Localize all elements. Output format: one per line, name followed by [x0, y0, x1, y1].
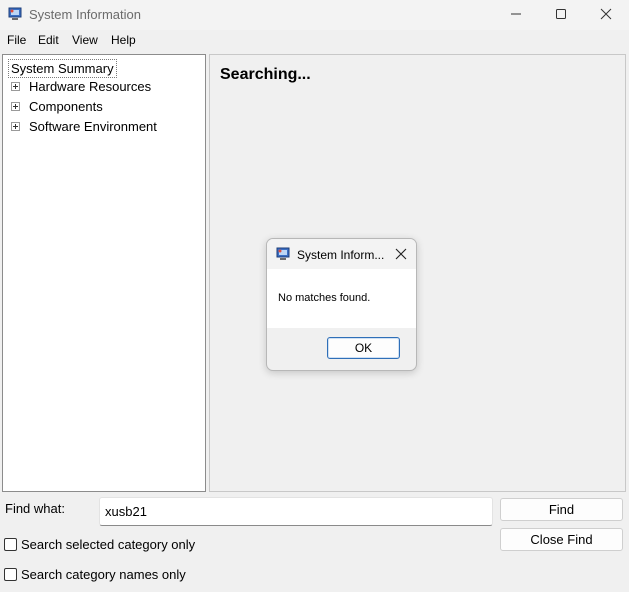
tree-item-system-summary[interactable]: System Summary: [8, 59, 117, 78]
menu-help[interactable]: Help: [111, 33, 136, 47]
dialog-close-button[interactable]: [393, 246, 409, 262]
category-tree[interactable]: System Summary Hardware Resources Compon…: [2, 54, 206, 492]
maximize-button[interactable]: [538, 0, 584, 30]
plus-expander-icon[interactable]: [11, 82, 20, 91]
menu-file[interactable]: File: [7, 33, 26, 47]
minimize-icon: [510, 8, 522, 23]
window-title: System Information: [29, 7, 141, 22]
plus-expander-icon[interactable]: [11, 102, 20, 111]
plus-expander-icon[interactable]: [11, 122, 20, 131]
dialog-title-bar: System Inform...: [267, 239, 416, 269]
tree-item-label: Components: [29, 99, 103, 114]
ok-button[interactable]: OK: [327, 337, 400, 359]
search-selected-category-checkbox[interactable]: [4, 537, 17, 551]
search-category-names-option[interactable]: Search category names only: [4, 565, 186, 583]
find-button[interactable]: Find: [500, 498, 623, 521]
dialog-body: No matches found.: [267, 269, 416, 328]
search-selected-category-option[interactable]: Search selected category only: [4, 535, 195, 553]
maximize-icon: [555, 8, 567, 23]
tree-item-label: Software Environment: [29, 119, 157, 134]
close-button[interactable]: [583, 0, 629, 30]
find-what-input[interactable]: [99, 497, 493, 526]
search-category-names-label[interactable]: Search category names only: [21, 567, 186, 582]
menu-view[interactable]: View: [72, 33, 98, 47]
menu-edit[interactable]: Edit: [38, 33, 59, 47]
tree-item-label: Hardware Resources: [29, 79, 152, 94]
message-dialog: System Inform... No matches found. OK: [266, 238, 417, 371]
dialog-message: No matches found.: [278, 292, 371, 304]
title-bar: System Information: [0, 0, 629, 30]
system-information-icon: [276, 247, 290, 261]
search-category-names-checkbox[interactable]: [4, 567, 17, 581]
menu-bar: File Edit View Help: [0, 30, 629, 50]
find-what-label: Find what:: [5, 501, 65, 516]
close-find-button[interactable]: Close Find: [500, 528, 623, 551]
system-information-icon: [8, 7, 22, 21]
minimize-button[interactable]: [493, 0, 539, 30]
close-icon: [600, 8, 612, 23]
dialog-title: System Inform...: [297, 248, 385, 262]
status-text: Searching...: [220, 66, 311, 83]
search-selected-category-label[interactable]: Search selected category only: [21, 537, 195, 552]
close-icon: [395, 248, 407, 260]
